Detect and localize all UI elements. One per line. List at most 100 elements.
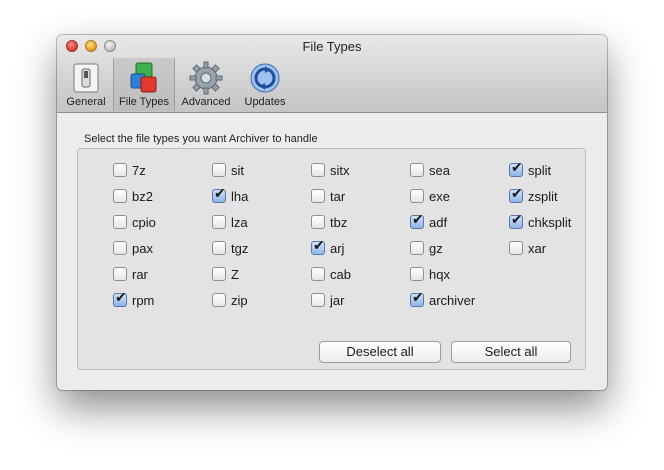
checkmark-icon: ✔ [511,186,523,202]
checkbox-label: sea [429,162,450,178]
filetype-checkbox-exe[interactable]: ✔ exe [410,187,450,205]
checkmark-icon: ✔ [511,160,523,176]
filetype-checkbox-jar[interactable]: ✔ jar [311,291,344,309]
checkbox[interactable]: ✔ [311,215,325,229]
checkbox[interactable]: ✔ [311,238,325,255]
checkmark-icon: ✔ [313,238,325,254]
checkbox-label: tgz [231,240,249,256]
toolbar-updates[interactable]: Updates [239,58,291,111]
checkbox-label: cpio [132,214,156,230]
checkbox[interactable]: ✔ [113,189,127,203]
checkbox[interactable]: ✔ [410,290,424,307]
checkbox[interactable]: ✔ [212,163,226,177]
checkbox[interactable]: ✔ [410,241,424,255]
filetype-checkbox-chksplit[interactable]: ✔ chksplit [509,213,571,231]
checkbox-label: rpm [132,292,155,308]
filetype-checkbox-tgz[interactable]: ✔ tgz [212,239,248,257]
filetype-checkbox-sitx[interactable]: ✔ sitx [311,161,350,179]
filetype-checkbox-adf[interactable]: ✔ adf [410,213,447,231]
checkbox[interactable]: ✔ [212,267,226,281]
checkbox-label: split [528,162,552,178]
toolbar-label: Advanced [181,96,231,108]
deselect-all-button[interactable]: Deselect all [319,341,441,363]
checkmark-icon: ✔ [115,290,127,306]
checkbox[interactable]: ✔ [113,241,127,255]
checkmark-icon: ✔ [214,186,226,202]
checkbox[interactable]: ✔ [410,189,424,203]
checkbox[interactable]: ✔ [311,267,325,281]
filetype-checkbox-bz2[interactable]: ✔ bz2 [113,187,153,205]
checkbox[interactable]: ✔ [212,293,226,307]
filetype-checkbox-arj[interactable]: ✔ arj [311,239,344,257]
filetype-checkbox-cpio[interactable]: ✔ cpio [113,213,156,231]
checkbox[interactable]: ✔ [509,160,523,177]
toolbar-general[interactable]: General [63,58,109,111]
filetype-checkbox-rpm[interactable]: ✔ rpm [113,291,154,309]
checkmark-icon: ✔ [511,212,523,228]
checkbox-label: bz2 [132,188,153,204]
toolbar-advanced[interactable]: Advanced [178,58,234,111]
checkbox[interactable]: ✔ [509,241,523,255]
checkbox[interactable]: ✔ [212,241,226,255]
checkbox[interactable]: ✔ [212,215,226,229]
filetype-checkbox-lha[interactable]: ✔ lha [212,187,248,205]
checkbox-label: adf [429,214,448,230]
filetype-checkbox-sea[interactable]: ✔ sea [410,161,450,179]
select-all-button[interactable]: Select all [451,341,571,363]
checkbox[interactable]: ✔ [113,267,127,281]
checkbox-label: sitx [330,162,350,178]
checkbox-label: sit [231,162,244,178]
filetype-checkbox-rar[interactable]: ✔ rar [113,265,148,283]
filetype-checkbox-7z[interactable]: ✔ 7z [113,161,146,179]
checkbox[interactable]: ✔ [410,212,424,229]
filetype-checkbox-hqx[interactable]: ✔ hqx [410,265,450,283]
checkbox[interactable]: ✔ [509,186,523,203]
toolbar-file-types[interactable]: File Types [113,58,175,111]
checkbox-label: archiver [429,292,476,308]
toolbar-label: File Types [119,96,169,108]
checkbox[interactable]: ✔ [311,293,325,307]
checkbox[interactable]: ✔ [212,186,226,203]
filetype-checkbox-pax[interactable]: ✔ pax [113,239,153,257]
checkbox[interactable]: ✔ [311,163,325,177]
filetype-checkbox-z[interactable]: ✔Z [212,265,239,283]
checkbox-label: xar [528,240,547,256]
checkbox[interactable]: ✔ [311,189,325,203]
checkbox[interactable]: ✔ [509,212,523,229]
file-types-group: ✔ 7z ✔ sit ✔ sitx ✔ sea ✔ split ✔ bz2 ✔ lha ✔ tar ✔ exe ✔ z… [77,148,586,370]
checkbox[interactable]: ✔ [113,290,127,307]
checkbox-label: tbz [330,214,348,230]
checkbox[interactable]: ✔ [410,267,424,281]
checkbox-label: cab [330,266,351,282]
filetype-checkbox-lza[interactable]: ✔ lza [212,213,248,231]
checkbox-label: tar [330,188,346,204]
window-title: File Types [302,39,362,54]
checkbox[interactable]: ✔ [113,215,127,229]
checkbox-label: Z [231,266,239,282]
toolbar-label: General [66,96,106,108]
filetype-checkbox-split[interactable]: ✔ split [509,161,551,179]
filetype-checkbox-tbz[interactable]: ✔ tbz [311,213,347,231]
checkbox-label: gz [429,240,443,256]
checkbox-label: lza [231,214,248,230]
checkbox[interactable]: ✔ [113,163,127,177]
filetype-checkbox-gz[interactable]: ✔ gz [410,239,443,257]
checkbox[interactable]: ✔ [410,163,424,177]
filetype-checkbox-tar[interactable]: ✔ tar [311,187,345,205]
filetype-checkbox-sit[interactable]: ✔ sit [212,161,244,179]
filetype-checkbox-xar[interactable]: ✔ xar [509,239,546,257]
checkbox-label: zip [231,292,248,308]
filetype-checkbox-zip[interactable]: ✔ zip [212,291,248,309]
filetype-checkbox-archiver[interactable]: ✔ archiver [410,291,475,309]
gear-icon [189,61,223,95]
checkmark-icon: ✔ [412,290,424,306]
checkbox-label: chksplit [528,214,572,230]
filetype-checkbox-cab[interactable]: ✔ cab [311,265,351,283]
switch-icon [73,63,99,93]
instruction-text: Select the file types you want Archiver … [84,133,318,145]
filetype-checkbox-zsplit[interactable]: ✔ zsplit [509,187,558,205]
checkmark-icon: ✔ [412,212,424,228]
checkbox-label: arj [330,240,345,256]
checkbox-label: exe [429,188,450,204]
checkbox-label: rar [132,266,148,282]
